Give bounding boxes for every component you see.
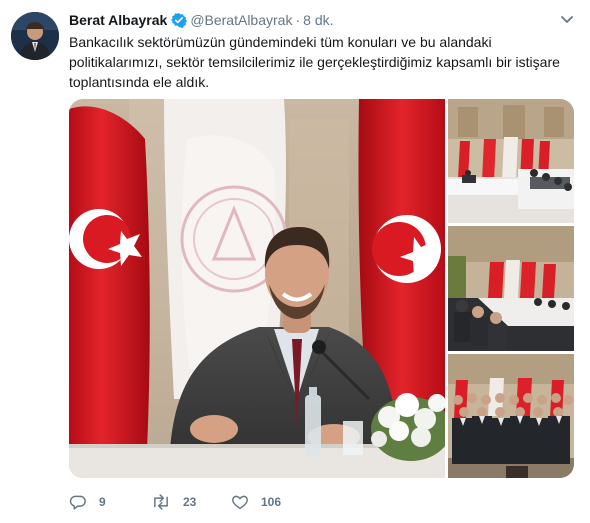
tweet-text: Bankacılık sektörümüzün gündemindeki tüm…: [69, 34, 560, 90]
tweet-timestamp[interactable]: 8 dk.: [303, 12, 333, 28]
like-button[interactable]: 106: [231, 492, 281, 512]
verified-badge-icon: [171, 12, 188, 32]
reply-count: 9: [99, 495, 106, 509]
thumbnail-photo-1[interactable]: [448, 99, 574, 223]
retweet-arrows-icon: [151, 493, 171, 511]
author-avatar[interactable]: [11, 12, 59, 60]
media-grid: [69, 99, 574, 478]
separator-dot: ·: [295, 12, 301, 28]
main-photo[interactable]: [69, 99, 445, 478]
tweet-card[interactable]: Berat Albayrak @BeratAlbayrak · 8 dk. Banka…: [0, 0, 590, 523]
speech-bubble-icon: [69, 493, 87, 511]
chevron-down-icon[interactable]: [560, 13, 574, 25]
heart-icon: [231, 493, 249, 511]
author-handle[interactable]: @BeratAlbayrak: [190, 12, 292, 28]
reply-button[interactable]: 9: [69, 492, 106, 512]
thumbnail-photo-3[interactable]: [448, 354, 574, 478]
tweet-header: Berat Albayrak @BeratAlbayrak · 8 dk.: [69, 11, 334, 32]
thumbnail-photo-2[interactable]: [448, 226, 574, 351]
like-count: 106: [261, 495, 282, 509]
author-name[interactable]: Berat Albayrak: [69, 12, 167, 28]
retweet-button[interactable]: 23: [151, 492, 196, 512]
retweet-count: 23: [183, 495, 197, 509]
